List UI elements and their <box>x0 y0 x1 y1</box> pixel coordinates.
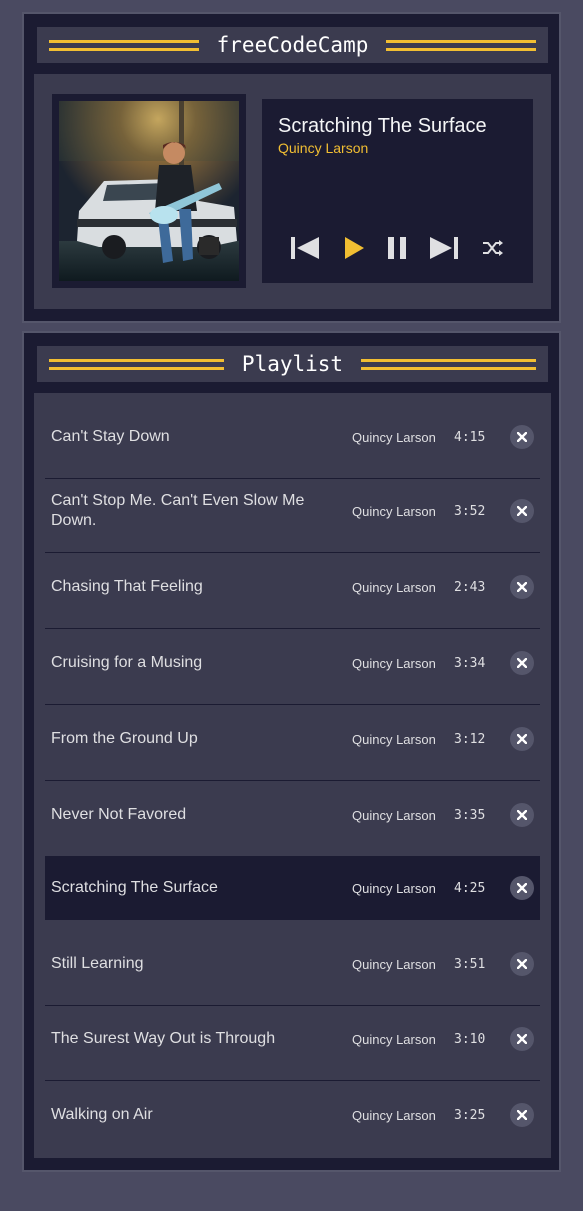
song-duration: 3:51 <box>454 956 486 972</box>
player-title: freeCodeCamp <box>216 33 369 57</box>
song-artist: Quincy Larson <box>352 880 436 896</box>
close-icon <box>517 1110 527 1120</box>
song-duration: 3:35 <box>454 807 486 823</box>
song-title: From the Ground Up <box>51 730 198 747</box>
titlebar-decoration-right <box>361 358 536 370</box>
close-icon <box>517 432 527 442</box>
now-playing-title: Scratching The Surface <box>278 115 487 137</box>
close-icon <box>517 883 527 893</box>
song-duration: 4:15 <box>454 429 486 445</box>
song-artist: Quincy Larson <box>352 807 436 823</box>
close-icon <box>517 506 527 516</box>
playlist-song[interactable]: The Surest Way Out is Through Quincy Lars… <box>45 1007 540 1071</box>
song-artist: Quincy Larson <box>352 1107 436 1123</box>
titlebar-decoration-right <box>386 39 536 51</box>
now-playing-info: Scratching The Surface Quincy Larson <box>262 99 533 283</box>
song-artist: Quincy Larson <box>352 503 436 519</box>
song-artist: Quincy Larson <box>352 731 436 747</box>
close-icon <box>517 1034 527 1044</box>
next-track-icon <box>430 237 458 259</box>
playlist-divider <box>45 1005 540 1006</box>
playlist-song[interactable]: Never Not Favored Quincy Larson 3:35 <box>45 783 540 847</box>
shuffle-icon <box>483 240 503 256</box>
close-icon <box>517 959 527 969</box>
playlist-panel: Playlist Can't Stay Down Quincy Larson 4:1… <box>22 331 561 1172</box>
player-body: Scratching The Surface Quincy Larson <box>34 74 551 309</box>
song-title: Walking on Air <box>51 1106 153 1123</box>
song-duration: 3:12 <box>454 731 486 747</box>
album-art-frame <box>52 94 246 288</box>
song-duration: 3:34 <box>454 655 486 671</box>
playlist-divider <box>45 780 540 781</box>
playlist-titlebar: Playlist <box>37 346 548 382</box>
playlist-song[interactable]: Still Learning Quincy Larson 3:51 <box>45 932 540 996</box>
song-title: Can't Stop Me. Can't Even Slow Me Down. <box>51 492 305 529</box>
playlist-song[interactable]: Can't Stay Down Quincy Larson 4:15 <box>45 405 540 469</box>
playlist-list: Can't Stay Down Quincy Larson 4:15 Can't St… <box>34 393 551 1158</box>
song-artist: Quincy Larson <box>352 429 436 445</box>
player-panel: freeCodeCamp Scratching The Surface Quin… <box>22 12 561 323</box>
song-artist: Quincy Larson <box>352 655 436 671</box>
song-title: Scratching The Surface <box>51 879 218 896</box>
song-title: The Surest Way Out is Through <box>51 1030 276 1047</box>
pause-icon <box>388 237 406 259</box>
delete-song-button[interactable] <box>510 575 534 599</box>
playlist-divider <box>45 704 540 705</box>
play-icon <box>345 237 364 259</box>
playlist-title: Playlist <box>241 352 344 376</box>
close-icon <box>517 582 527 592</box>
now-playing-artist: Quincy Larson <box>278 140 369 156</box>
delete-song-button[interactable] <box>510 1027 534 1051</box>
song-title: Cruising for a Musing <box>51 654 203 671</box>
song-duration: 3:25 <box>454 1107 486 1123</box>
delete-song-button[interactable] <box>510 876 534 900</box>
delete-song-button[interactable] <box>510 1103 534 1127</box>
play-button[interactable] <box>338 232 370 264</box>
close-icon <box>517 734 527 744</box>
pause-button[interactable] <box>381 232 413 264</box>
delete-song-button[interactable] <box>510 803 534 827</box>
song-duration: 4:25 <box>454 880 486 896</box>
song-duration: 3:52 <box>454 503 486 519</box>
playlist-song[interactable]: Scratching The Surface Quincy Larson 4:25 <box>45 856 540 920</box>
song-title: Never Not Favored <box>51 806 187 823</box>
close-icon <box>517 810 527 820</box>
song-duration: 2:43 <box>454 579 486 595</box>
close-icon <box>517 658 527 668</box>
song-title: Can't Stay Down <box>51 428 170 445</box>
next-button[interactable] <box>428 232 460 264</box>
song-title: Still Learning <box>51 955 144 972</box>
song-duration: 3:10 <box>454 1031 486 1047</box>
previous-track-icon <box>291 237 319 259</box>
album-art <box>59 101 239 281</box>
delete-song-button[interactable] <box>510 952 534 976</box>
playlist-divider <box>45 628 540 629</box>
song-artist: Quincy Larson <box>352 956 436 972</box>
titlebar-decoration-left <box>49 39 199 51</box>
playlist-song[interactable]: From the Ground Up Quincy Larson 3:12 <box>45 707 540 771</box>
player-titlebar: freeCodeCamp <box>37 27 548 63</box>
delete-song-button[interactable] <box>510 499 534 523</box>
playlist-song[interactable]: Cruising for a Musing Quincy Larson 3:34 <box>45 631 540 695</box>
delete-song-button[interactable] <box>510 425 534 449</box>
delete-song-button[interactable] <box>510 727 534 751</box>
shuffle-button[interactable] <box>477 232 509 264</box>
song-artist: Quincy Larson <box>352 579 436 595</box>
song-artist: Quincy Larson <box>352 1031 436 1047</box>
previous-button[interactable] <box>289 232 321 264</box>
playlist-song[interactable]: Can't Stop Me. Can't Even Slow Me Down. Q… <box>45 479 540 543</box>
titlebar-decoration-left <box>49 358 224 370</box>
player-controls <box>289 232 509 264</box>
playlist-divider <box>45 552 540 553</box>
playlist-divider <box>45 1080 540 1081</box>
song-title: Chasing That Feeling <box>51 578 203 595</box>
playlist-song[interactable]: Chasing That Feeling Quincy Larson 2:43 <box>45 555 540 619</box>
playlist-song[interactable]: Walking on Air Quincy Larson 3:25 <box>45 1083 540 1147</box>
delete-song-button[interactable] <box>510 651 534 675</box>
